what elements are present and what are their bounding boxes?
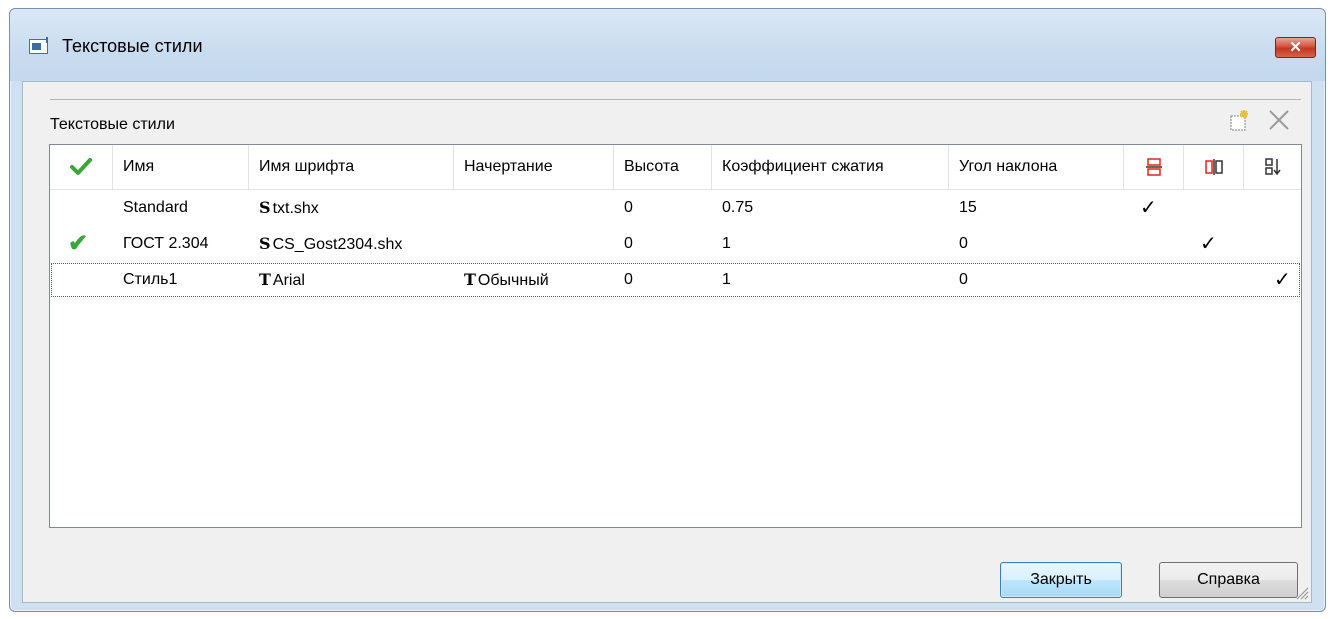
font-name: Stxt.shx: [249, 190, 319, 226]
table-row[interactable]: Standard Stxt.shx 0 0.75 15 ✓: [50, 190, 1301, 226]
height-value: 0: [624, 271, 633, 288]
header-width-factor[interactable]: Коэффициент сжатия: [712, 145, 949, 189]
app-icon: [29, 37, 48, 54]
truetype-style-icon: T: [464, 270, 476, 289]
table-header: Имя Имя шрифта Начертание Высота Коэффиц…: [50, 145, 1301, 190]
height-value: 0: [624, 199, 633, 216]
font-name: S CS_Gost2304.shx: [249, 226, 402, 262]
dialog-content: Текстовые стили Имя Имя шрифта Начертани…: [22, 81, 1312, 603]
font-name: T Arial: [249, 262, 305, 298]
close-button[interactable]: Закрыть: [1000, 562, 1122, 598]
style-name: ГОСТ 2.304: [123, 235, 209, 252]
style-name: Standard: [123, 199, 188, 216]
truetype-font-icon: T: [259, 270, 271, 289]
styles-table[interactable]: Имя Имя шрифта Начертание Высота Коэффиц…: [49, 144, 1302, 528]
header-style[interactable]: Начертание: [454, 145, 614, 189]
current-style-check-icon: [70, 157, 92, 175]
vertical-check[interactable]: ✓: [1244, 262, 1331, 298]
shx-font-icon: S: [259, 234, 271, 253]
help-button[interactable]: Справка: [1159, 562, 1298, 598]
help-button-label: Справка: [1197, 571, 1260, 588]
header-font[interactable]: Имя шрифта: [249, 145, 454, 189]
header-backwards[interactable]: [1184, 145, 1244, 189]
font-style: [454, 190, 466, 226]
font-name-text: txt.shx: [272, 200, 319, 217]
width-factor-value: 1: [722, 271, 731, 288]
delete-icon: [1269, 110, 1289, 130]
font-style: T Обычный: [454, 262, 549, 298]
font-style: [454, 226, 466, 262]
delete-style-button[interactable]: [1265, 106, 1293, 134]
font-name-text: CS_Gost2304.shx: [272, 236, 403, 253]
header-oblique[interactable]: Угол наклона: [949, 145, 1124, 189]
oblique-value: 0: [959, 235, 968, 252]
close-window-button[interactable]: ✕: [1275, 37, 1316, 58]
styles-group-label: Текстовые стили: [50, 116, 175, 133]
close-button-label: Закрыть: [1030, 571, 1092, 588]
new-style-button[interactable]: [1226, 108, 1252, 134]
header-current[interactable]: [50, 145, 113, 189]
header-name[interactable]: Имя: [113, 145, 249, 189]
style-name: Стиль1: [123, 271, 178, 288]
oblique-value: 15: [959, 199, 977, 216]
header-upside-down[interactable]: [1124, 145, 1184, 189]
width-factor-value: 0.75: [722, 199, 754, 216]
oblique-value: 0: [959, 271, 968, 288]
vertical-check[interactable]: [1244, 190, 1331, 226]
height-value: 0: [624, 235, 633, 252]
table-row[interactable]: ✔ ГОСТ 2.304 S CS_Gost2304.shx 0 1 0 ✓: [50, 226, 1301, 262]
vertical-check[interactable]: [1244, 226, 1331, 262]
title-bar[interactable]: Текстовые стили ✕: [10, 9, 1325, 81]
header-vertical[interactable]: [1244, 145, 1301, 189]
resize-grip-icon[interactable]: [1295, 586, 1309, 600]
upside-down-icon: [1145, 158, 1162, 176]
shx-font-icon: S: [259, 198, 271, 217]
vertical-text-icon: [1264, 158, 1281, 176]
font-style-text: Обычный: [477, 272, 549, 289]
header-height[interactable]: Высота: [614, 145, 712, 189]
backwards-icon: [1204, 158, 1223, 175]
table-row[interactable]: Стиль1 T Arial T Обычный 0 1 0 ✓: [50, 262, 1301, 298]
width-factor-value: 1: [722, 235, 731, 252]
font-name-text: Arial: [272, 272, 305, 289]
text-styles-dialog: Текстовые стили ✕ Текстовые стили Имя Им…: [9, 8, 1326, 612]
styles-group-header: Текстовые стили: [50, 99, 1301, 138]
window-title: Текстовые стили: [62, 36, 203, 56]
new-style-icon: [1230, 110, 1248, 131]
